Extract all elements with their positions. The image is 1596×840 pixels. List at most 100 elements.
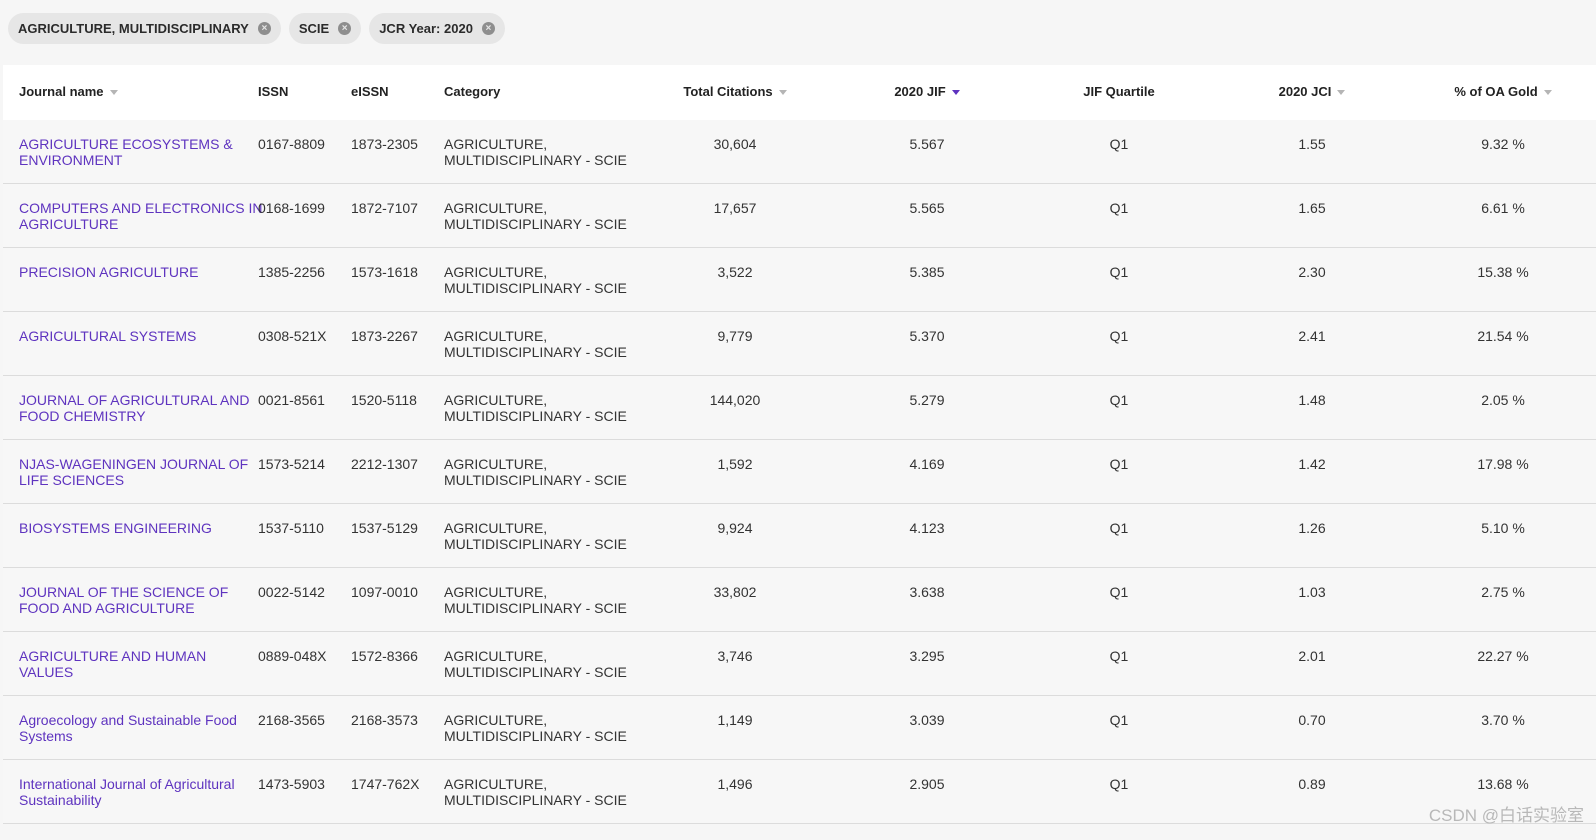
category-cell: AGRICULTURE, MULTIDISCIPLINARY - SCIE bbox=[444, 584, 627, 616]
close-icon[interactable]: × bbox=[338, 22, 352, 35]
issn-cell: 0889-048X bbox=[258, 648, 327, 664]
jci-cell: 1.42 bbox=[1298, 456, 1326, 472]
table-row: PRECISION AGRICULTURE 1385-2256 1573-1618 A… bbox=[3, 248, 1596, 312]
eissn-cell: 2212-1307 bbox=[351, 456, 418, 472]
jif-quartile-cell: Q1 bbox=[1109, 136, 1129, 152]
journal-link[interactable]: COMPUTERS AND ELECTRONICS IN AGRICULTURE bbox=[19, 200, 262, 232]
filter-chip-year[interactable]: JCR Year: 2020 × bbox=[369, 13, 505, 44]
journal-link[interactable]: NJAS-WAGENINGEN JOURNAL OF LIFE SCIENCES bbox=[19, 456, 248, 488]
journal-link[interactable]: JOURNAL OF THE SCIENCE OF FOOD AND AGRIC… bbox=[19, 584, 228, 616]
issn-cell: 0022-5142 bbox=[258, 584, 325, 600]
column-header-label: Journal name bbox=[19, 84, 104, 99]
journal-name-cell: PRECISION AGRICULTURE bbox=[19, 264, 264, 280]
issn-cell: 0168-1699 bbox=[258, 200, 325, 216]
eissn-cell: 1097-0010 bbox=[351, 584, 418, 600]
journal-name-cell: NJAS-WAGENINGEN JOURNAL OF LIFE SCIENCES bbox=[19, 456, 264, 488]
category-cell: AGRICULTURE, MULTIDISCIPLINARY - SCIE bbox=[444, 456, 627, 488]
column-header-label: % of OA Gold bbox=[1454, 84, 1538, 99]
table-row: BIOSYSTEMS ENGINEERING 1537-5110 1537-5129… bbox=[3, 504, 1596, 568]
column-header-jif[interactable]: 2020 JIF bbox=[847, 84, 1007, 99]
filter-chip-category[interactable]: AGRICULTURE, MULTIDISCIPLINARY × bbox=[8, 13, 281, 44]
eissn-cell: 1872-7107 bbox=[351, 200, 418, 216]
column-header-journal-name[interactable]: Journal name bbox=[19, 84, 264, 99]
journal-name-cell: JOURNAL OF THE SCIENCE OF FOOD AND AGRIC… bbox=[19, 584, 264, 616]
sort-arrow-icon[interactable] bbox=[109, 90, 118, 96]
column-header-oa-gold[interactable]: % of OA Gold bbox=[1423, 84, 1583, 99]
journal-name-cell: COMPUTERS AND ELECTRONICS IN AGRICULTURE bbox=[19, 200, 264, 232]
sort-arrow-icon[interactable] bbox=[1337, 90, 1346, 96]
column-header-label: Total Citations bbox=[683, 84, 773, 99]
table-row: AGRICULTURE AND HUMAN VALUES 0889-048X 157… bbox=[3, 632, 1596, 696]
sort-arrow-icon[interactable] bbox=[778, 90, 787, 96]
jci-cell: 1.65 bbox=[1298, 200, 1326, 216]
eissn-cell: 1873-2267 bbox=[351, 328, 418, 344]
eissn-cell: 1747-762X bbox=[351, 776, 420, 792]
column-header-jci[interactable]: 2020 JCI bbox=[1232, 84, 1392, 99]
jci-cell: 0.89 bbox=[1298, 776, 1326, 792]
total-citations-cell: 33,802 bbox=[713, 584, 757, 600]
issn-cell: 1385-2256 bbox=[258, 264, 325, 280]
column-header-jif-quartile: JIF Quartile bbox=[1083, 84, 1155, 99]
jif-cell: 5.279 bbox=[909, 392, 945, 408]
issn-cell: 0308-521X bbox=[258, 328, 327, 344]
journal-link[interactable]: AGRICULTURAL SYSTEMS bbox=[19, 328, 196, 344]
oa-gold-cell: 22.27 % bbox=[1477, 648, 1529, 664]
close-icon[interactable]: × bbox=[257, 22, 271, 35]
eissn-cell: 1520-5118 bbox=[351, 392, 417, 408]
journal-link[interactable]: JOURNAL OF AGRICULTURAL AND FOOD CHEMIST… bbox=[19, 392, 250, 424]
journal-name-cell: BIOSYSTEMS ENGINEERING bbox=[19, 520, 264, 536]
journal-link[interactable]: PRECISION AGRICULTURE bbox=[19, 264, 198, 280]
journal-link[interactable]: International Journal of Agricultural Su… bbox=[19, 776, 235, 808]
jif-quartile-cell: Q1 bbox=[1109, 392, 1129, 408]
jif-cell: 3.039 bbox=[909, 712, 945, 728]
oa-gold-cell: 13.68 % bbox=[1477, 776, 1529, 792]
filter-chip-label: AGRICULTURE, MULTIDISCIPLINARY bbox=[18, 21, 249, 36]
column-header-label: 2020 JIF bbox=[894, 84, 946, 99]
category-cell: AGRICULTURE, MULTIDISCIPLINARY - SCIE bbox=[444, 200, 627, 232]
issn-cell: 1573-5214 bbox=[258, 456, 325, 472]
jci-cell: 0.70 bbox=[1298, 712, 1326, 728]
jif-quartile-cell: Q1 bbox=[1109, 648, 1129, 664]
sort-arrow-icon[interactable] bbox=[951, 90, 960, 96]
eissn-cell: 1873-2305 bbox=[351, 136, 418, 152]
category-cell: AGRICULTURE, MULTIDISCIPLINARY - SCIE bbox=[444, 648, 627, 680]
issn-cell: 2168-3565 bbox=[258, 712, 325, 728]
total-citations-cell: 9,924 bbox=[717, 520, 753, 536]
sort-arrow-icon[interactable] bbox=[1543, 90, 1552, 96]
total-citations-cell: 1,496 bbox=[717, 776, 753, 792]
category-cell: AGRICULTURE, MULTIDISCIPLINARY - SCIE bbox=[444, 712, 627, 744]
jif-quartile-cell: Q1 bbox=[1109, 328, 1129, 344]
category-cell: AGRICULTURE, MULTIDISCIPLINARY - SCIE bbox=[444, 392, 627, 424]
oa-gold-cell: 17.98 % bbox=[1477, 456, 1529, 472]
jci-cell: 2.01 bbox=[1298, 648, 1326, 664]
filter-chip-edition[interactable]: SCIE × bbox=[288, 13, 362, 44]
jci-cell: 1.26 bbox=[1298, 520, 1326, 536]
journal-link[interactable]: AGRICULTURE AND HUMAN VALUES bbox=[19, 648, 206, 680]
journal-name-cell: AGRICULTURAL SYSTEMS bbox=[19, 328, 264, 344]
jif-quartile-cell: Q1 bbox=[1109, 776, 1129, 792]
issn-cell: 1537-5110 bbox=[258, 520, 324, 536]
total-citations-cell: 1,149 bbox=[717, 712, 753, 728]
issn-cell: 0021-8561 bbox=[258, 392, 325, 408]
column-header-category: Category bbox=[444, 84, 501, 99]
jif-cell: 5.385 bbox=[909, 264, 945, 280]
journal-link[interactable]: Agroecology and Sustainable Food Systems bbox=[19, 712, 237, 744]
jif-cell: 2.905 bbox=[909, 776, 945, 792]
category-cell: AGRICULTURE, MULTIDISCIPLINARY - SCIE bbox=[444, 136, 627, 168]
journal-name-cell: International Journal of Agricultural Su… bbox=[19, 776, 264, 808]
jif-quartile-cell: Q1 bbox=[1109, 264, 1129, 280]
total-citations-cell: 3,522 bbox=[717, 264, 753, 280]
eissn-cell: 1537-5129 bbox=[351, 520, 418, 536]
category-cell: AGRICULTURE, MULTIDISCIPLINARY - SCIE bbox=[444, 264, 627, 296]
column-header-total-citations[interactable]: Total Citations bbox=[655, 84, 815, 99]
issn-cell: 1473-5903 bbox=[258, 776, 325, 792]
jci-cell: 2.30 bbox=[1298, 264, 1326, 280]
journal-link[interactable]: AGRICULTURE ECOSYSTEMS & ENVIRONMENT bbox=[19, 136, 233, 168]
table-row: Agroecology and Sustainable Food Systems… bbox=[3, 696, 1596, 760]
jif-quartile-cell: Q1 bbox=[1109, 456, 1129, 472]
close-icon[interactable]: × bbox=[481, 22, 495, 35]
total-citations-cell: 144,020 bbox=[709, 392, 761, 408]
oa-gold-cell: 6.61 % bbox=[1481, 200, 1525, 216]
journal-link[interactable]: BIOSYSTEMS ENGINEERING bbox=[19, 520, 212, 536]
oa-gold-cell: 2.75 % bbox=[1481, 584, 1525, 600]
